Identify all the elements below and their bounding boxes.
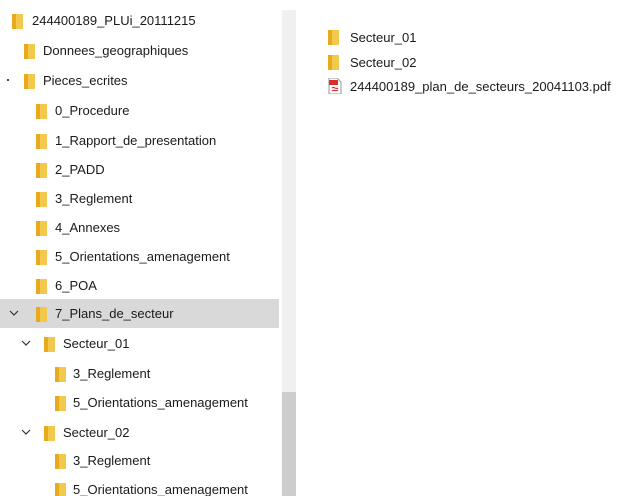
expander-dot-icon[interactable] <box>7 79 9 81</box>
tree-item-label: 0_Procedure <box>55 103 130 118</box>
chevron-down-icon[interactable] <box>21 338 31 348</box>
tree-item-label: Donnees_geographiques <box>43 43 189 58</box>
tree-item-label: 4_Annexes <box>55 220 121 235</box>
tree-item-label: 1_Rapport_de_presentation <box>55 133 217 148</box>
folder-icon <box>36 133 47 149</box>
tree-item-label: 2_PADD <box>55 162 105 177</box>
pdf-file-icon <box>328 78 342 94</box>
folder-icon <box>44 425 55 441</box>
folder-icon <box>36 191 47 207</box>
folder-icon <box>55 482 66 496</box>
folder-icon <box>36 249 47 265</box>
tree-item[interactable]: 244400189_PLUi_20111215 <box>0 6 279 35</box>
tree-item[interactable]: 6_POA <box>0 271 279 300</box>
tree-item[interactable]: 1_Rapport_de_presentation <box>0 126 279 155</box>
scrollbar-thumb[interactable] <box>282 392 296 496</box>
tree-item-label: 3_Reglement <box>73 366 151 381</box>
tree-item[interactable]: 5_Orientations_amenagement <box>0 475 279 496</box>
tree-item[interactable]: Donnees_geographiques <box>0 36 279 65</box>
tree-item-selected[interactable]: 7_Plans_de_secteur <box>0 299 279 328</box>
tree-scrollbar[interactable] <box>279 0 298 496</box>
tree-item-label: 3_Reglement <box>73 453 151 468</box>
folder-icon <box>328 54 342 70</box>
folder-icon <box>36 162 47 178</box>
tree-item[interactable]: 5_Orientations_amenagement <box>0 242 279 271</box>
file-name: Secteur_01 <box>350 30 417 45</box>
file-name: 244400189_plan_de_secteurs_20041103.pdf <box>350 79 611 94</box>
tree-item-label: 7_Plans_de_secteur <box>55 306 174 321</box>
folder-icon <box>24 43 35 59</box>
tree-item[interactable]: Pieces_ecrites <box>0 66 279 95</box>
file-item[interactable]: 244400189_plan_de_secteurs_20041103.pdf <box>300 72 629 98</box>
tree-item[interactable]: 2_PADD <box>0 155 279 184</box>
folder-icon <box>12 13 23 29</box>
navigation-tree: 244400189_PLUi_20111215 Donnees_geograph… <box>0 0 279 496</box>
file-item[interactable]: Secteur_02 <box>300 48 629 74</box>
folder-icon <box>55 395 66 411</box>
tree-item[interactable]: 3_Reglement <box>0 359 279 388</box>
tree-item-label: Secteur_01 <box>63 336 130 351</box>
tree-item-label: 5_Orientations_amenagement <box>55 249 230 264</box>
tree-item-label: 5_Orientations_amenagement <box>73 482 248 496</box>
tree-item-label: 244400189_PLUi_20111215 <box>32 13 196 28</box>
tree-item[interactable]: 3_Reglement <box>0 446 279 475</box>
folder-icon <box>36 278 47 294</box>
tree-item[interactable]: 5_Orientations_amenagement <box>0 388 279 417</box>
tree-item-label: 5_Orientations_amenagement <box>73 395 248 410</box>
tree-item-label: Pieces_ecrites <box>43 73 128 88</box>
tree-item-label: Secteur_02 <box>63 425 130 440</box>
folder-icon <box>36 103 47 119</box>
folder-icon <box>55 453 66 469</box>
tree-item[interactable]: 4_Annexes <box>0 213 279 242</box>
file-item[interactable]: Secteur_01 <box>300 23 629 49</box>
tree-item[interactable]: Secteur_01 <box>0 329 279 358</box>
tree-item[interactable]: Secteur_02 <box>0 418 279 447</box>
folder-icon <box>55 366 66 382</box>
folder-icon <box>24 73 35 89</box>
folder-icon <box>36 220 47 236</box>
folder-icon <box>328 29 342 45</box>
tree-item-label: 3_Reglement <box>55 191 133 206</box>
tree-item[interactable]: 3_Reglement <box>0 184 279 213</box>
folder-icon <box>36 306 47 322</box>
file-name: Secteur_02 <box>350 55 417 70</box>
file-explorer: 244400189_PLUi_20111215 Donnees_geograph… <box>0 0 629 496</box>
file-list: Secteur_01 Secteur_02 244400189_plan_de_… <box>300 0 629 496</box>
tree-item[interactable]: 0_Procedure <box>0 96 279 125</box>
folder-icon <box>44 336 55 352</box>
chevron-down-icon[interactable] <box>21 427 31 437</box>
chevron-down-icon[interactable] <box>9 308 19 318</box>
tree-item-label: 6_POA <box>55 278 97 293</box>
